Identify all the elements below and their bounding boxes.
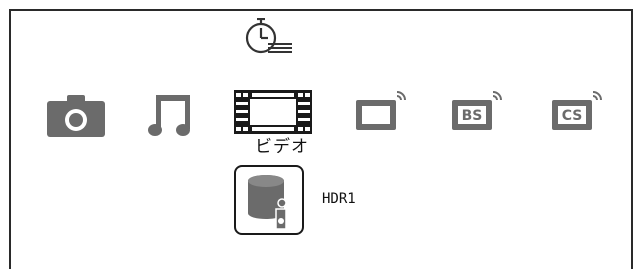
hdr-device-label: HDR1 (322, 191, 356, 207)
video-label: ビデオ (255, 137, 309, 157)
cs-broadcast-icon[interactable]: CS (552, 90, 604, 132)
hdr-device-tile[interactable] (234, 165, 304, 235)
timer-list-icon[interactable] (244, 18, 306, 60)
cs-badge-text: CS (562, 108, 583, 124)
bs-broadcast-icon[interactable]: BS (452, 90, 504, 132)
tv-broadcast-icon[interactable] (356, 90, 408, 132)
hdd-recorder-icon (246, 173, 294, 229)
music-note-icon[interactable] (148, 95, 190, 137)
film-strip-icon[interactable] (234, 90, 312, 134)
bs-badge-text: BS (462, 108, 483, 124)
camera-icon[interactable] (47, 95, 105, 137)
